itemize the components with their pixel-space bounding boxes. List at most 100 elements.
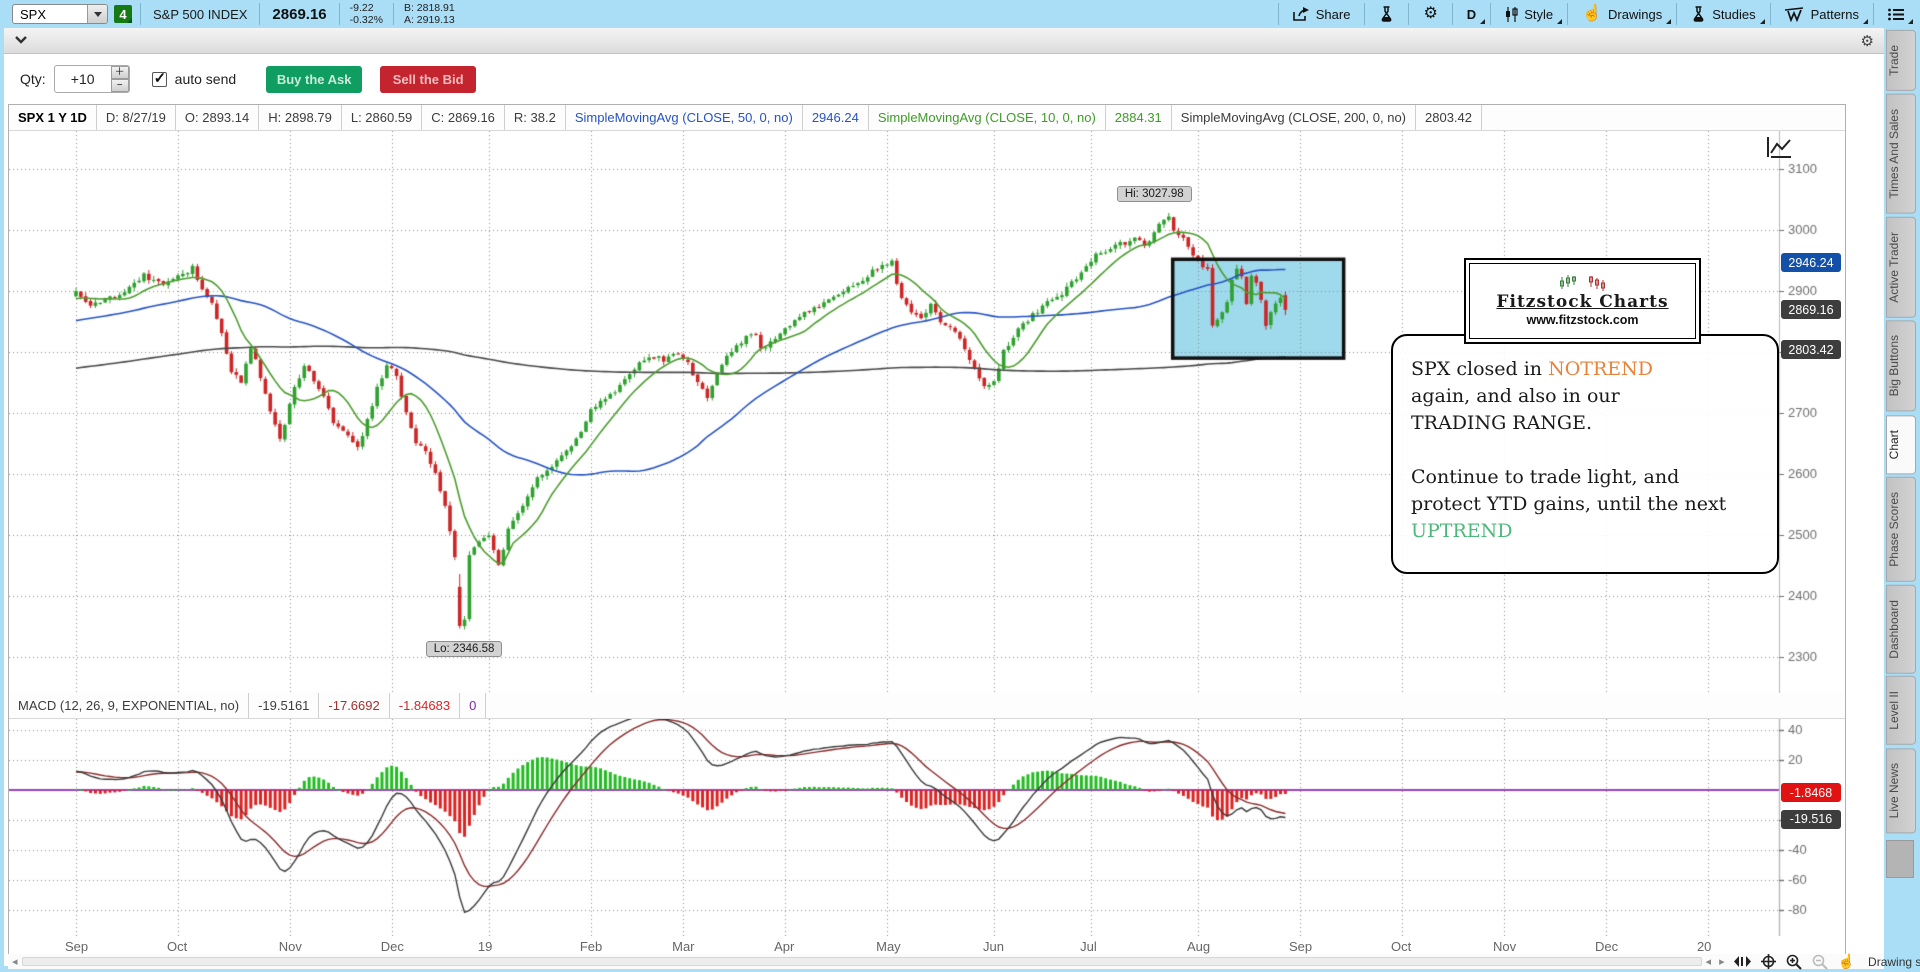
divider [1364, 3, 1365, 25]
divider [1490, 3, 1491, 25]
time-axis-label: Jun [983, 939, 1004, 954]
sma200-study-label[interactable]: SimpleMovingAvg (CLOSE, 200, 0, no) [1172, 105, 1416, 130]
macd-pane[interactable]: -1.8468 -19.516 [9, 719, 1845, 936]
hand-cursor-icon[interactable]: ☝ [1838, 953, 1855, 970]
chart-menu-button[interactable] [1876, 0, 1916, 28]
dropdown-corner-icon [1480, 19, 1485, 24]
zoom-out-icon[interactable] [1812, 954, 1828, 970]
divider [259, 3, 260, 25]
analysis-flask-button[interactable] [1367, 0, 1406, 28]
macd-chart-canvas[interactable] [9, 719, 1845, 936]
interval-dropdown[interactable]: D [1455, 0, 1488, 28]
sidebar-tab-times-and-sales[interactable]: Times And Sales [1886, 94, 1916, 214]
last-price-axis-badge: 2869.16 [1781, 300, 1841, 319]
pattern-w-icon [1785, 7, 1805, 22]
gear-icon[interactable]: ⚙ [1861, 32, 1874, 50]
divider [339, 3, 340, 25]
drawings-dropdown[interactable]: ☝ Drawings [1570, 0, 1674, 28]
order-panel-collapse-bar: ⚙ [4, 28, 1884, 54]
drawings-label: Drawings [1608, 7, 1662, 22]
sidebar-tab-dashboard[interactable]: Dashboard [1886, 585, 1916, 674]
note-text: protect YTD gains, until the next [1411, 491, 1759, 518]
time-axis-label: Mar [672, 939, 694, 954]
trading-platform-window: SPX 4 S&P 500 INDEX 2869.16 -9.22 -0.32%… [0, 0, 1920, 972]
scroll-left-icon[interactable]: ◂ [12, 955, 18, 968]
sidebar-tab-live-news[interactable]: Live News [1886, 748, 1916, 833]
symbol-dropdown-button[interactable] [87, 5, 107, 23]
time-axis-label: Aug [1187, 939, 1210, 954]
link-group-badge[interactable]: 4 [114, 5, 132, 23]
toolbar-right-group: Share ⚙ D Style ☝ D [1276, 0, 1916, 28]
share-button[interactable]: Share [1281, 0, 1363, 28]
qty-label: Qty: [20, 71, 46, 87]
fitzstock-logo-inner: Fitzstock Charts www.fitzstock.com [1469, 263, 1696, 339]
step-back-icon[interactable]: ◂ [1706, 955, 1712, 968]
divider [1676, 3, 1677, 25]
share-label: Share [1316, 7, 1351, 22]
sma50-study-label[interactable]: SimpleMovingAvg (CLOSE, 50, 0, no) [566, 105, 803, 130]
sma10-study-label[interactable]: SimpleMovingAvg (CLOSE, 10, 0, no) [869, 105, 1106, 130]
line-chart-toggle-icon[interactable] [1765, 135, 1793, 159]
last-price: 2869.16 [262, 6, 336, 23]
sidebar-tab-active-trader[interactable]: Active Trader [1886, 217, 1916, 318]
chevron-down-icon[interactable] [14, 36, 28, 45]
sidebar-scrollbar-thumb[interactable] [1886, 840, 1914, 878]
sidebar-tab-trade[interactable]: Trade [1886, 30, 1916, 91]
step-forward-icon[interactable]: ▸ [1719, 955, 1725, 968]
share-icon [1293, 7, 1310, 22]
symbol-dropdown[interactable]: SPX [12, 4, 108, 24]
sidebar-tab-level-ii[interactable]: Level II [1886, 676, 1916, 745]
time-axis-label: Feb [580, 939, 602, 954]
time-axis-label: Dec [1595, 939, 1618, 954]
flask-icon [1691, 6, 1706, 22]
badge-fold-icon [127, 18, 132, 23]
increment-button[interactable]: ＋ [111, 66, 129, 79]
divider [1408, 3, 1409, 25]
note-text: again, and also in our [1411, 383, 1759, 410]
gear-icon: ⚙ [1423, 6, 1437, 22]
style-label: Style [1524, 7, 1553, 22]
chart-scrollbar[interactable] [22, 957, 1702, 966]
top-toolbar: SPX 4 S&P 500 INDEX 2869.16 -9.22 -0.32%… [4, 0, 1916, 28]
note-text: SPX closed in [1411, 358, 1548, 380]
macd-study-label[interactable]: MACD (12, 26, 9, EXPONENTIAL, no) [9, 693, 249, 718]
change-value: -9.22 [350, 2, 383, 14]
uptrend-highlight: UPTREND [1411, 518, 1759, 545]
auto-send-checkbox[interactable] [152, 72, 167, 87]
style-dropdown[interactable]: Style [1493, 0, 1565, 28]
divider [1278, 3, 1279, 25]
time-axis-label: Nov [279, 939, 302, 954]
dropdown-corner-icon [1557, 19, 1562, 24]
chart-date: D: 8/27/19 [97, 105, 176, 130]
sidebar-tab-phase-scores[interactable]: Phase Scores [1886, 477, 1916, 582]
sell-bid-button[interactable]: Sell the Bid [380, 66, 476, 93]
studies-label: Studies [1712, 7, 1755, 22]
settings-button[interactable]: ⚙ [1411, 0, 1449, 28]
fitzstock-url: www.fitzstock.com [1526, 313, 1638, 327]
fitzstock-title: Fitzstock Charts [1496, 292, 1668, 312]
chart-high: H: 2898.79 [259, 105, 342, 130]
qty-value[interactable]: +10 [55, 71, 111, 87]
price-pane[interactable]: Hi: 3027.98 Lo: 2346.58 2946.24 2869.16 … [9, 131, 1845, 693]
quick-order-row: Qty: +10 ＋ − auto send Buy the Ask Sell … [4, 54, 1884, 104]
symbol-value: SPX [13, 7, 87, 22]
divider [1873, 3, 1874, 25]
dropdown-corner-icon [1666, 19, 1671, 24]
decrement-button[interactable]: − [111, 79, 129, 92]
macd-zero: 0 [460, 693, 486, 718]
patterns-dropdown[interactable]: Patterns [1773, 0, 1871, 28]
auto-send-label: auto send [175, 71, 237, 87]
sidebar-tab-chart[interactable]: Chart [1886, 415, 1916, 474]
time-axis-label: May [876, 939, 901, 954]
pan-mode-icon[interactable] [1734, 956, 1751, 967]
crosshair-icon[interactable] [1761, 954, 1776, 969]
bid-value: B: 2818.91 [404, 2, 455, 14]
studies-dropdown[interactable]: Studies [1679, 0, 1767, 28]
chart-open: O: 2893.14 [176, 105, 259, 130]
quantity-stepper[interactable]: +10 ＋ − [54, 65, 130, 93]
buy-ask-button[interactable]: Buy the Ask [266, 66, 362, 93]
macd-avg: -17.6692 [319, 693, 389, 718]
zoom-in-icon[interactable] [1786, 954, 1802, 970]
time-axis-label: Oct [1391, 939, 1411, 954]
sidebar-tab-big-buttons[interactable]: Big Buttons [1886, 320, 1916, 411]
